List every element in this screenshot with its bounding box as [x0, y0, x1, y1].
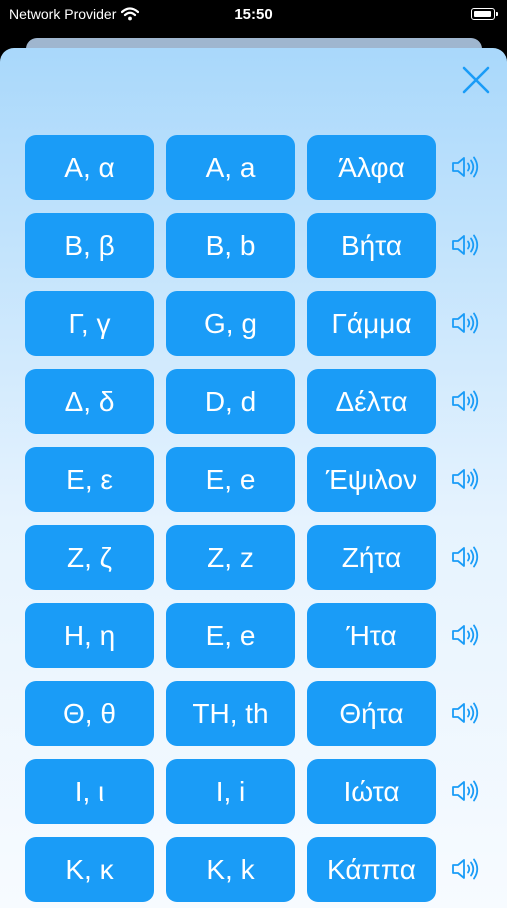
speaker-icon: [452, 546, 479, 568]
latin-letter-button[interactable]: A, a: [166, 135, 295, 200]
letter-name-button[interactable]: Ζήτα: [307, 525, 436, 590]
greek-letter-button[interactable]: Θ, θ: [25, 681, 154, 746]
latin-letter-button[interactable]: TH, th: [166, 681, 295, 746]
latin-letter-button[interactable]: E, e: [166, 603, 295, 668]
latin-letter-button[interactable]: E, e: [166, 447, 295, 512]
greek-letter-button[interactable]: Ι, ι: [25, 759, 154, 824]
play-sound-button[interactable]: [450, 700, 480, 726]
speaker-icon: [452, 390, 479, 412]
latin-letter-button[interactable]: I, i: [166, 759, 295, 824]
greek-letter-button[interactable]: Κ, κ: [25, 837, 154, 902]
play-sound-button[interactable]: [450, 154, 480, 180]
latin-letter-button[interactable]: B, b: [166, 213, 295, 278]
letter-name-button[interactable]: Ήτα: [307, 603, 436, 668]
letter-name-button[interactable]: Έψιλον: [307, 447, 436, 512]
play-sound-button[interactable]: [450, 622, 480, 648]
status-time: 15:50: [234, 6, 273, 23]
play-sound-button[interactable]: [450, 778, 480, 804]
letter-name-button[interactable]: Άλφα: [307, 135, 436, 200]
play-sound-button[interactable]: [450, 544, 480, 570]
greek-letter-button[interactable]: Γ, γ: [25, 291, 154, 356]
speaker-icon: [452, 312, 479, 334]
speaker-icon: [452, 156, 479, 178]
greek-letter-button[interactable]: Ε, ε: [25, 447, 154, 512]
close-icon: [462, 66, 490, 94]
greek-letter-button[interactable]: Ζ, ζ: [25, 525, 154, 590]
letter-name-button[interactable]: Γάμμα: [307, 291, 436, 356]
latin-letter-button[interactable]: D, d: [166, 369, 295, 434]
latin-letter-button[interactable]: Z, z: [166, 525, 295, 590]
speaker-icon: [452, 702, 479, 724]
status-bar: Network Provider 15:50: [0, 0, 507, 30]
speaker-icon: [452, 858, 479, 880]
speaker-icon: [452, 780, 479, 802]
greek-letter-button[interactable]: Β, β: [25, 213, 154, 278]
letter-name-button[interactable]: Βήτα: [307, 213, 436, 278]
latin-letter-button[interactable]: K, k: [166, 837, 295, 902]
speaker-icon: [452, 624, 479, 646]
play-sound-button[interactable]: [450, 856, 480, 882]
speaker-icon: [452, 234, 479, 256]
latin-letter-button[interactable]: G, g: [166, 291, 295, 356]
close-button[interactable]: [459, 63, 493, 97]
battery-icon: [471, 8, 498, 20]
letter-name-button[interactable]: Δέλτα: [307, 369, 436, 434]
greek-letter-button[interactable]: Η, η: [25, 603, 154, 668]
play-sound-button[interactable]: [450, 466, 480, 492]
letter-name-button[interactable]: Ιώτα: [307, 759, 436, 824]
play-sound-button[interactable]: [450, 310, 480, 336]
greek-letter-button[interactable]: Α, α: [25, 135, 154, 200]
greek-letter-button[interactable]: Δ, δ: [25, 369, 154, 434]
alphabet-sheet: Α, α A, a Άλφα Β, β B, b Βήτα Γ, γ G, g Γάμμα Δ, …: [0, 48, 507, 908]
play-sound-button[interactable]: [450, 232, 480, 258]
speaker-icon: [452, 468, 479, 490]
letter-name-button[interactable]: Θήτα: [307, 681, 436, 746]
play-sound-button[interactable]: [450, 388, 480, 414]
letter-name-button[interactable]: Κάππα: [307, 837, 436, 902]
